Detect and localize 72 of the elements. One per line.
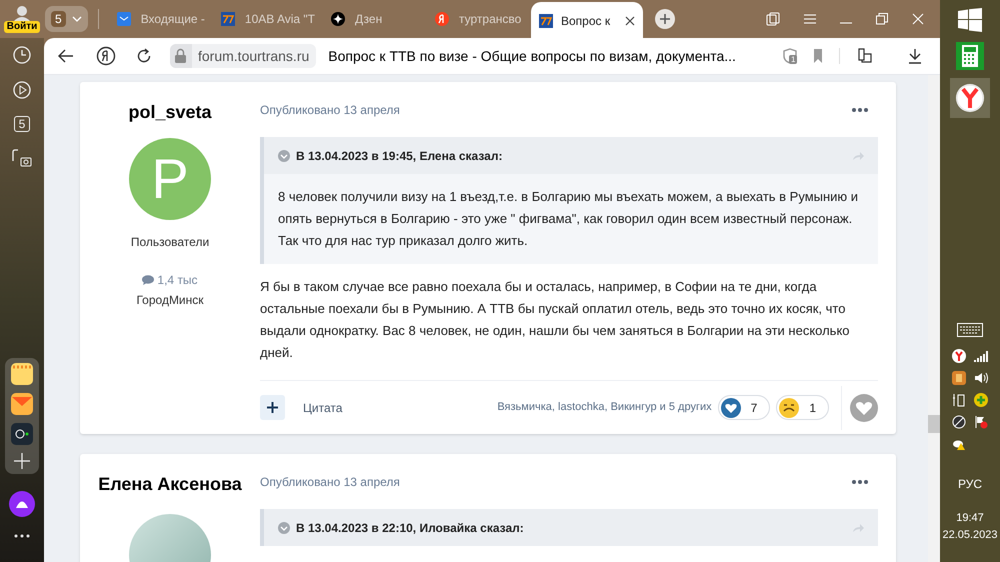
mail-app-icon[interactable] xyxy=(11,393,33,415)
download-icon[interactable] xyxy=(908,48,922,64)
screenshot-icon[interactable] xyxy=(12,149,32,167)
quote-header: В 13.04.2023 в 22:10, Иловайка сказал: xyxy=(296,520,524,536)
input-language[interactable]: РУС xyxy=(958,475,982,493)
site-icon xyxy=(435,12,449,26)
extensions-icon[interactable] xyxy=(856,48,872,64)
more-icon[interactable] xyxy=(14,534,30,538)
new-tab-icon[interactable] xyxy=(655,9,675,29)
yandex-icon[interactable] xyxy=(96,46,116,66)
battery-icon[interactable] xyxy=(952,393,966,407)
chevron-down-icon xyxy=(72,16,82,22)
shield-icon[interactable] xyxy=(783,48,797,64)
clock-date[interactable]: 22.05.2023 xyxy=(942,526,998,543)
plus-icon xyxy=(267,402,278,413)
avatar-icon xyxy=(13,5,31,21)
plus-circle-icon[interactable] xyxy=(974,393,988,407)
more-icon[interactable] xyxy=(852,108,868,112)
reaction-names[interactable]: Вязьмичка, lastochka, Викингур и 5 других xyxy=(497,399,712,416)
bookmark-icon[interactable] xyxy=(813,49,823,63)
scrollbar[interactable] xyxy=(928,75,940,562)
count-badge: 1 xyxy=(789,55,798,64)
post-count: 1,4 тыс xyxy=(157,272,198,289)
star-icon xyxy=(331,12,345,26)
reaction-button[interactable]: 7 xyxy=(718,395,770,420)
page-title: Вопрос к ТТВ по визе - Общие вопросы по визам, документа... xyxy=(328,46,736,66)
play-icon[interactable] xyxy=(13,81,31,99)
calculator-icon[interactable] xyxy=(956,42,984,70)
flag-error-icon[interactable] xyxy=(974,415,988,429)
restore-icon[interactable] xyxy=(876,13,888,25)
add-icon[interactable] xyxy=(14,453,30,469)
envelope-icon xyxy=(116,12,131,26)
more-icon[interactable] xyxy=(852,480,868,484)
music-app-icon[interactable] xyxy=(11,423,33,445)
back-icon[interactable] xyxy=(58,49,74,63)
quote-text: 8 человек получили визу на 1 въезд,т.е. в Болгарию мы въехать можем, а выехать в Румынию и опять вернуться в Болгарию - это уже " фигвама", как говорил один всем известный персонаж. Так что для нас тур приказал долго жить. xyxy=(277,188,860,250)
counter-badge[interactable]: 5 xyxy=(14,116,30,132)
speech-bubble-icon xyxy=(142,275,154,285)
history-icon[interactable] xyxy=(13,46,31,64)
browser-tab[interactable]: Вопрос к xyxy=(531,2,643,40)
speaker-icon[interactable] xyxy=(974,371,988,385)
author-name[interactable]: pol_sveta xyxy=(128,99,212,126)
close-icon[interactable] xyxy=(625,16,635,26)
login-button[interactable]: Войти xyxy=(4,21,40,33)
quote-link[interactable]: Цитата xyxy=(303,398,342,416)
post-text: Я бы в таком случае все равно поехала бы и осталась, например, в Софии на те дни, когда остальные поехали бы в Румынию. А ТТВ бы пускай оплатил отель, ведь это точно их косяк, что выдали однократку. Вас 8 человек, не один, нашли бы чем заняться в Болгарии на эти несколько дней. xyxy=(260,278,851,362)
member-location: ГородМинск xyxy=(136,292,204,309)
signal-icon[interactable] xyxy=(974,349,988,363)
windows-logo-icon[interactable] xyxy=(958,8,982,32)
post-date: Опубликовано 13 апреля xyxy=(260,102,400,119)
bookmarks-icon[interactable] xyxy=(766,12,780,26)
author-name[interactable]: Елена Аксенова xyxy=(98,471,242,498)
menu-icon[interactable] xyxy=(804,14,816,24)
add-quote-button[interactable] xyxy=(260,395,285,420)
notes-app-icon[interactable] xyxy=(11,363,33,385)
lock-icon xyxy=(170,44,192,68)
keyboard-icon[interactable] xyxy=(957,323,983,337)
sad-face-icon xyxy=(779,398,800,418)
app-tray-icon[interactable] xyxy=(952,371,966,385)
address-field[interactable]: forum.tourtrans.ru xyxy=(170,44,316,68)
site-icon xyxy=(539,14,553,28)
post-date: Опубликовано 13 апреля xyxy=(260,474,400,491)
clock-time[interactable]: 19:47 xyxy=(956,510,984,526)
tab-group-button[interactable]: 5 xyxy=(45,6,88,32)
reaction-button[interactable]: 1 xyxy=(776,395,829,420)
quote-header: В 13.04.2023 в 19:45, Елена сказал: xyxy=(296,148,502,164)
reload-icon[interactable] xyxy=(136,48,152,64)
site-icon xyxy=(220,12,235,26)
yandex-browser-icon[interactable] xyxy=(950,78,990,118)
member-group: Пользователи xyxy=(130,233,210,251)
yandex-icon[interactable] xyxy=(952,349,966,363)
assistant-icon[interactable] xyxy=(9,491,35,517)
